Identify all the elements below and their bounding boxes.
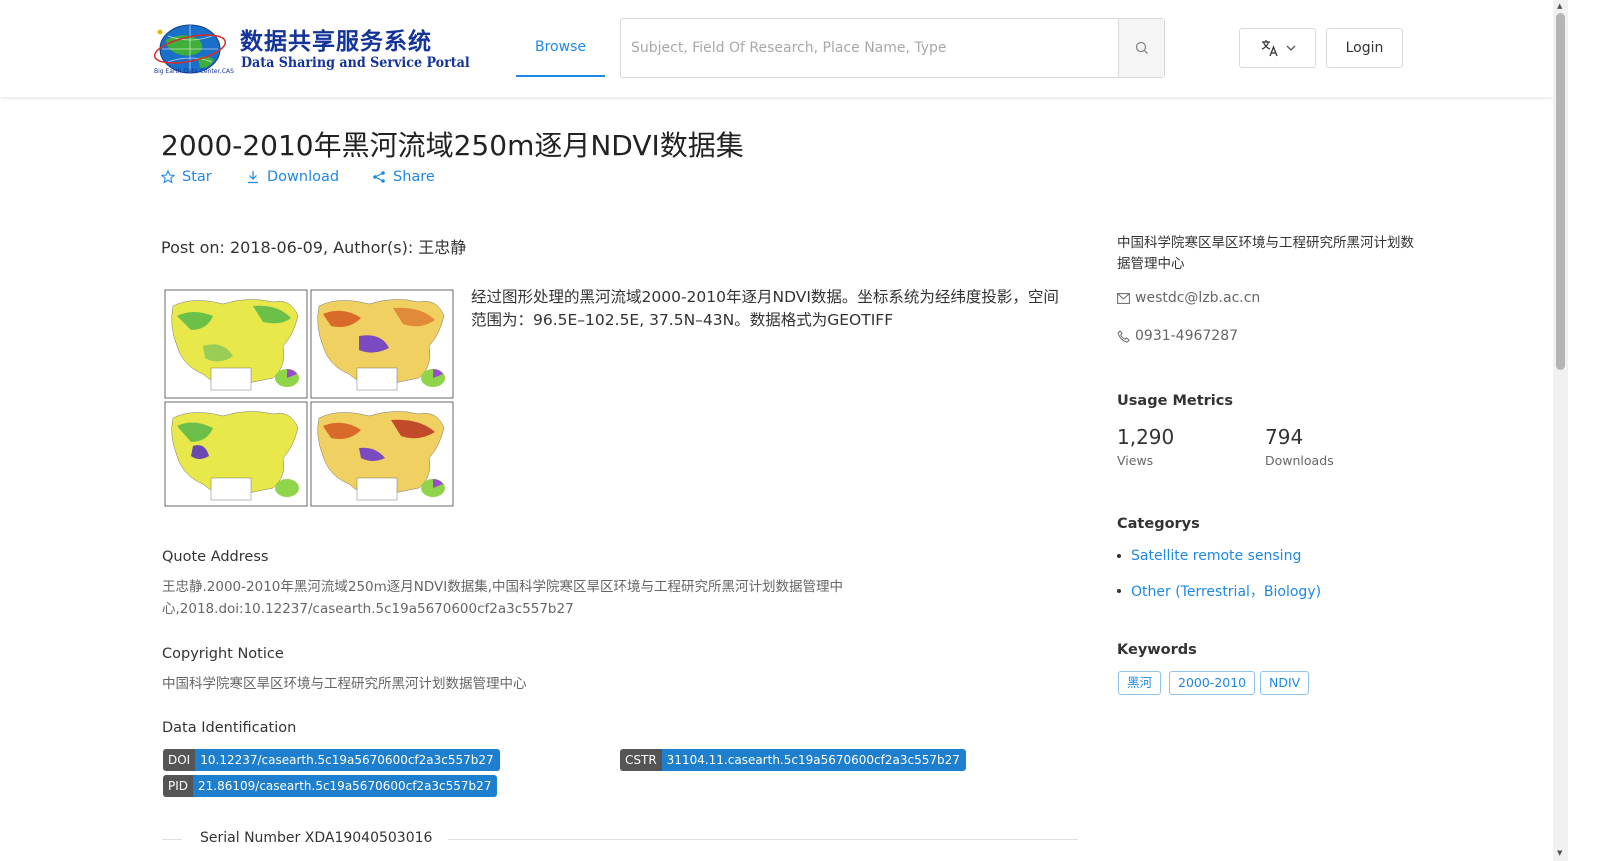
category-link[interactable]: Other (Terrestrial，Biology) xyxy=(1131,581,1321,601)
chevron-down-icon xyxy=(1286,45,1295,51)
downloads-label: Downloads xyxy=(1265,453,1334,468)
downloads-count: 794 xyxy=(1265,425,1304,449)
bullet-dot xyxy=(1117,589,1121,593)
scroll-thumb[interactable] xyxy=(1556,13,1565,370)
views-count: 1,290 xyxy=(1117,425,1175,449)
bullet-dot xyxy=(1117,554,1121,558)
usage-metrics-heading: Usage Metrics xyxy=(1117,393,1233,409)
map-panel-b xyxy=(310,289,454,399)
keywords-heading: Keywords xyxy=(1117,642,1197,658)
contact-email[interactable]: westdc@lzb.ac.cn xyxy=(1117,290,1260,306)
search-box xyxy=(620,18,1165,78)
map-panel-d xyxy=(310,401,454,507)
quote-address-text: 王忠静.2000-2010年黑河流域250m逐月NDVI数据集,中国科学院寒区旱… xyxy=(162,579,844,617)
quote-address-label: Quote Address xyxy=(162,549,269,565)
login-button[interactable]: Login xyxy=(1326,28,1403,68)
translate-icon xyxy=(1261,40,1278,57)
pid-key: PID xyxy=(163,775,194,797)
divider-left xyxy=(162,839,182,840)
cstr-badge[interactable]: CSTR 31104.11.casearth.5c19a5670600cf2a3… xyxy=(620,749,966,771)
serial-number: Serial Number XDA19040503016 xyxy=(200,830,433,846)
doi-key: DOI xyxy=(163,749,196,771)
scroll-up-arrow[interactable]: ▲ xyxy=(1557,2,1562,10)
download-label: Download xyxy=(267,169,340,185)
share-label: Share xyxy=(393,169,435,185)
portal-logo[interactable]: 数据共享服务系统 Data Sharing and Service Portal… xyxy=(152,18,470,80)
doi-value: 10.12237/casearth.5c19a5670600cf2a3c557b… xyxy=(195,749,500,771)
phone-text: 0931-4967287 xyxy=(1135,328,1239,344)
copyright-label: Copyright Notice xyxy=(162,646,284,662)
keyword-tag[interactable]: 2000-2010 xyxy=(1169,671,1256,695)
download-icon xyxy=(248,171,258,184)
share-button[interactable]: Share xyxy=(372,169,435,185)
category-item[interactable]: Other (Terrestrial，Biology) xyxy=(1117,581,1321,601)
logo-subtext: Big Earth Data Center,CAS xyxy=(154,68,234,75)
search-icon xyxy=(1135,41,1148,54)
dataset-thumbnail[interactable] xyxy=(163,286,456,508)
map-panel-c xyxy=(164,401,308,507)
search-input[interactable] xyxy=(621,19,1119,77)
phone-icon xyxy=(1117,329,1130,343)
views-label: Views xyxy=(1117,453,1154,468)
category-item[interactable]: Satellite remote sensing xyxy=(1117,548,1301,564)
star-label: Star xyxy=(182,169,212,185)
map-panel-a xyxy=(164,289,308,399)
download-button[interactable]: Download xyxy=(246,169,339,185)
contact-phone: 0931-4967287 xyxy=(1117,328,1238,344)
scroll-down-arrow[interactable]: ▼ xyxy=(1557,849,1562,857)
search-button[interactable] xyxy=(1118,19,1164,77)
mail-icon xyxy=(1117,292,1130,304)
share-icon xyxy=(373,171,385,183)
keyword-tag[interactable]: 黑河 xyxy=(1118,671,1162,695)
pid-badge[interactable]: PID 21.86109/casearth.5c19a5670600cf2a3c… xyxy=(163,775,498,797)
cstr-value: 31104.11.casearth.5c19a5670600cf2a3c557b… xyxy=(661,749,966,771)
categories-heading: Categorys xyxy=(1117,516,1200,532)
pid-value: 21.86109/casearth.5c19a5670600cf2a3c557b… xyxy=(193,775,498,797)
category-link[interactable]: Satellite remote sensing xyxy=(1131,548,1301,564)
dataset-title: 2000-2010年黑河流域250m逐月NDVI数据集 xyxy=(161,129,744,162)
page-scrollbar[interactable]: ▲ ▼ xyxy=(1553,0,1568,861)
nav-browse[interactable]: Browse xyxy=(516,18,605,77)
divider-right xyxy=(448,839,1078,840)
star-button[interactable]: Star xyxy=(161,169,212,185)
top-header: 数据共享服务系统 Data Sharing and Service Portal… xyxy=(0,0,1553,97)
copyright-text: 中国科学院寒区旱区环境与工程研究所黑河计划数据管理中心 xyxy=(162,676,527,692)
logo-chinese-text: 数据共享服务系统 xyxy=(240,29,432,55)
organization-name: 中国科学院寒区旱区环境与工程研究所黑河计划数据管理中心 xyxy=(1117,235,1414,272)
data-identification-label: Data Identification xyxy=(162,720,297,736)
cstr-key: CSTR xyxy=(620,749,662,771)
keyword-tag[interactable]: NDIV xyxy=(1260,671,1310,695)
post-info: Post on: 2018-06-09, Author(s): 王忠静 xyxy=(161,238,467,257)
dataset-description: 经过图形处理的黑河流域2000-2010年逐月NDVI数据。坐标系统为经纬度投影… xyxy=(471,288,1059,329)
doi-badge[interactable]: DOI 10.12237/casearth.5c19a5670600cf2a3c… xyxy=(163,749,500,771)
star-icon xyxy=(161,170,175,184)
email-text: westdc@lzb.ac.cn xyxy=(1135,290,1261,306)
logo-english-text: Data Sharing and Service Portal xyxy=(241,55,470,71)
language-dropdown[interactable] xyxy=(1239,28,1316,68)
